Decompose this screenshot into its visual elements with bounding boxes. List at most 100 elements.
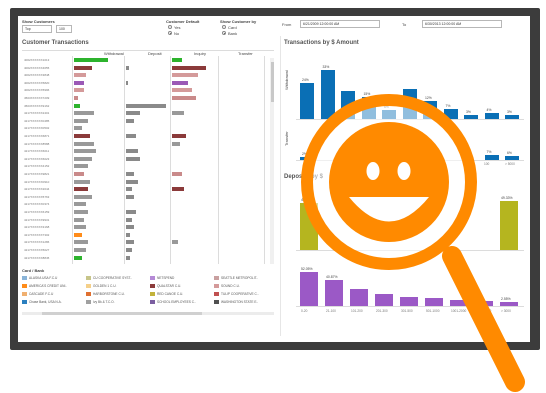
withdrawal-amount-bar[interactable] [423,101,437,119]
inquiry-bar[interactable] [172,96,196,100]
by-card-radio[interactable] [222,25,226,29]
withdrawal-bar[interactable] [74,80,84,85]
withdrawal-bar[interactable] [74,88,84,93]
deposit-bar[interactable] [126,156,140,161]
to-date-input[interactable]: 6/30/2013 12:00:00 AM [422,20,502,28]
deposit-purple-bar[interactable] [425,298,443,306]
withdrawal-bar[interactable] [74,248,86,252]
withdrawal-bar[interactable] [74,217,84,222]
withdrawal-amount-bar[interactable] [402,89,417,119]
deposit-olive-bar[interactable] [300,203,318,250]
withdrawal-bar[interactable] [74,194,92,199]
legend-swatch [86,284,91,288]
transfer-amount-bar[interactable] [484,155,499,160]
count-input[interactable]: 100 [56,25,72,33]
horizontal-scrollbar-thumb[interactable] [42,312,202,315]
inquiry-bar[interactable] [172,172,182,176]
transfer-amount-bar[interactable] [300,157,314,160]
inquiry-bar[interactable] [172,141,180,146]
withdrawal-bar[interactable] [74,103,80,108]
deposit-purple-bar[interactable] [450,299,468,306]
vertical-scrollbar[interactable] [270,58,274,264]
horizontal-scrollbar[interactable] [22,312,274,315]
deposit-bar[interactable] [126,103,166,108]
top-select[interactable]: Top [22,25,52,33]
withdrawal-amount-bar[interactable] [341,90,355,119]
withdrawal-bar[interactable] [74,65,92,70]
withdrawal-amount-bar[interactable] [505,114,519,119]
withdrawal-bar[interactable] [74,179,90,184]
withdrawal-bar[interactable] [74,141,94,146]
deposit-bar[interactable] [126,232,130,237]
deposit-bar[interactable] [126,111,140,116]
deposit-bar[interactable] [126,187,132,192]
withdrawal-bar[interactable] [74,164,88,169]
withdrawal-amount-bar[interactable] [484,113,499,119]
withdrawal-amount-bar[interactable] [382,110,396,119]
from-date-input[interactable]: 6/21/2009 12:00:00 AM [300,20,380,28]
inquiry-bar[interactable] [172,134,186,138]
withdrawal-bar[interactable] [74,156,92,161]
account-number: 4217XXXXXX6011 [24,149,50,154]
deposit-bar[interactable] [126,179,138,184]
transfer-amount-bar[interactable] [505,155,519,160]
deposit-olive-bar[interactable] [500,201,518,250]
default-yes-radio[interactable] [168,25,172,29]
withdrawal-bar[interactable] [74,202,86,207]
withdrawal-bar[interactable] [74,73,86,78]
legend-label: AMERICA'S CREDIT UNI.. [29,284,68,288]
withdrawal-bar[interactable] [74,225,86,230]
withdrawal-bar[interactable] [74,149,96,154]
inquiry-bar[interactable] [172,73,198,78]
withdrawal-amount-bar[interactable] [464,114,478,119]
scrollbar-thumb[interactable] [270,62,274,102]
withdrawal-amount-bar[interactable] [320,69,335,119]
deposit-purple-bar[interactable] [325,280,343,306]
withdrawal-amount-bar[interactable] [443,108,458,119]
deposit-bar[interactable] [126,172,134,176]
deposit-purple-bar[interactable] [350,289,368,306]
deposit-purple-bar[interactable] [500,302,518,306]
inquiry-bar[interactable] [172,240,178,245]
deposit-bar[interactable] [126,149,138,154]
withdrawal-bar[interactable] [74,126,82,131]
inquiry-bar[interactable] [172,187,184,192]
withdrawal-amount-bar[interactable] [361,96,376,119]
deposit-bar[interactable] [126,118,134,123]
inquiry-bar[interactable] [172,80,188,85]
withdrawal-amount-bar[interactable] [300,83,314,119]
inquiry-bar[interactable] [172,111,184,116]
default-no-radio[interactable] [168,31,172,35]
deposit-bar[interactable] [126,240,134,245]
withdrawal-bar[interactable] [74,255,82,260]
inquiry-bar[interactable] [172,65,206,70]
deposit-bar[interactable] [126,210,136,214]
deposit-bar[interactable] [126,65,129,70]
withdrawal-bar[interactable] [74,111,94,116]
withdrawal-bar[interactable] [74,210,88,214]
deposit-purple-bar[interactable] [300,272,318,306]
withdrawal-bar[interactable] [74,187,88,192]
deposit-bar[interactable] [126,194,134,199]
deposit-purple-bar[interactable] [375,294,393,306]
legend-swatch [86,292,91,296]
deposit-bar[interactable] [126,225,134,230]
withdrawal-bar[interactable] [74,134,90,138]
deposit-bar[interactable] [126,255,130,260]
deposit-bar[interactable] [126,80,128,85]
deposit-purple-bar[interactable] [400,296,418,306]
withdrawal-bar[interactable] [74,232,82,237]
deposit-bar[interactable] [126,134,136,138]
withdrawal-bar[interactable] [74,172,84,176]
by-bank-radio[interactable] [222,31,226,35]
inquiry-bar[interactable] [172,58,182,62]
withdrawal-bar[interactable] [74,96,78,100]
deposit-bar[interactable] [126,217,132,222]
withdrawal-bar[interactable] [74,118,88,123]
inquiry-bar[interactable] [172,88,192,93]
withdrawal-bar[interactable] [74,58,108,62]
deposit-purple-bar[interactable] [475,300,493,306]
account-number: 4217XXXXXX4152 [24,164,50,169]
deposit-bar[interactable] [126,248,132,252]
withdrawal-bar[interactable] [74,240,88,245]
